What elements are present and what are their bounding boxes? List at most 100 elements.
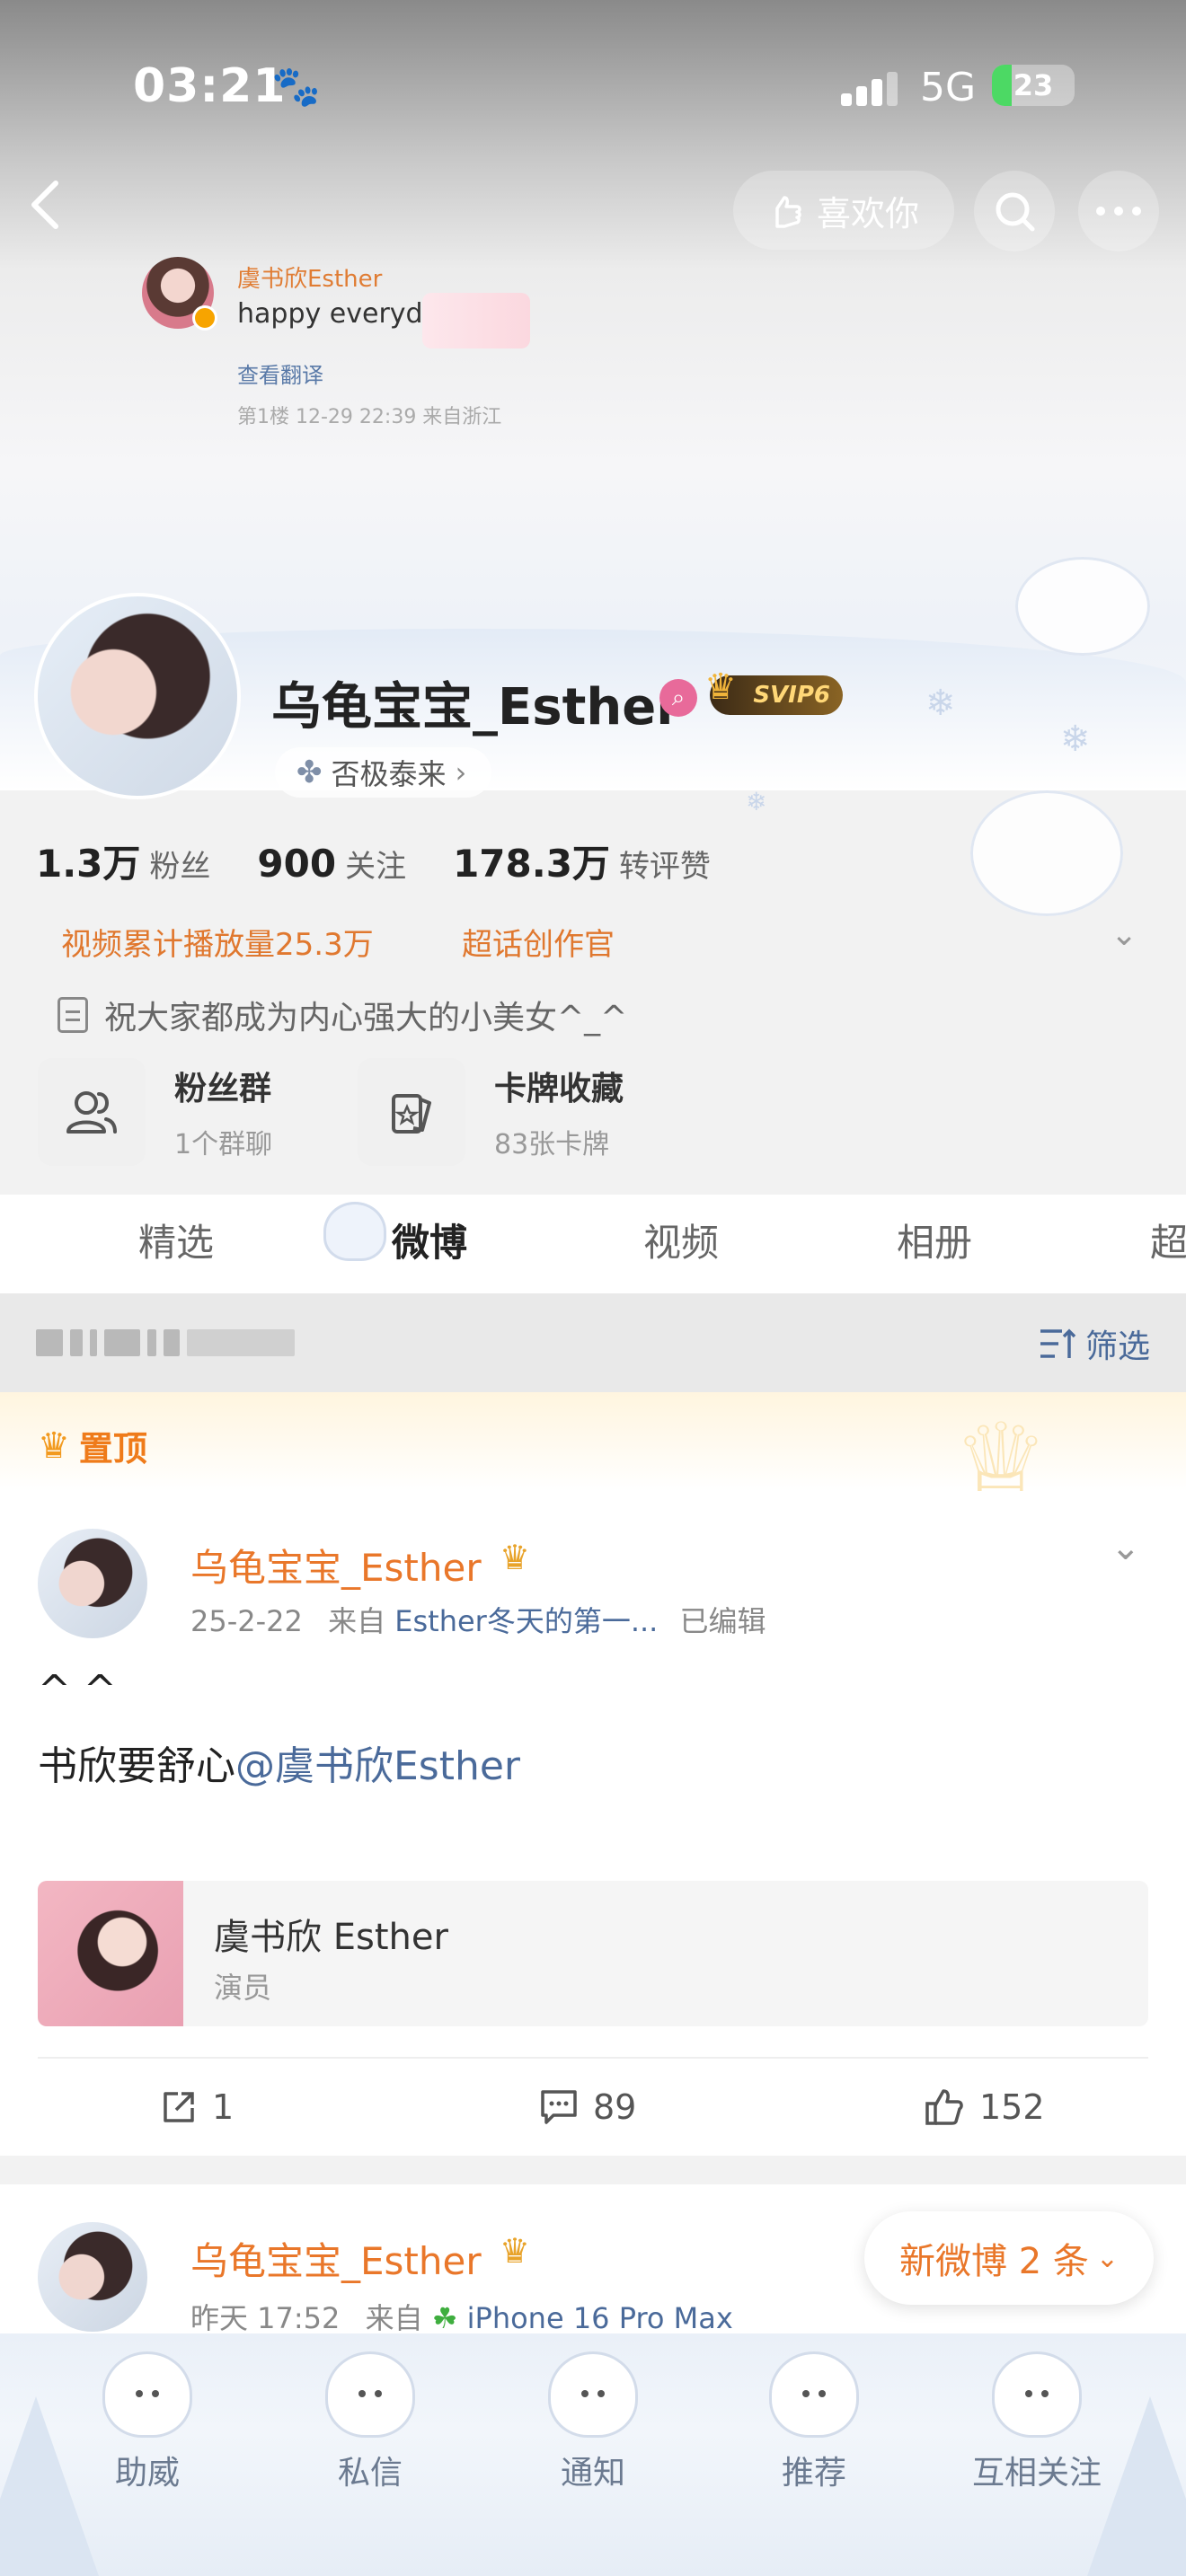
search-badge-icon[interactable]: ⌕ bbox=[659, 679, 697, 717]
expand-chevron-icon[interactable]: ⌄ bbox=[1111, 916, 1137, 953]
comment-author-avatar[interactable] bbox=[142, 257, 217, 331]
translate-link[interactable]: 查看翻译 bbox=[237, 357, 323, 389]
sticker-image bbox=[422, 293, 530, 348]
pinned-post[interactable]: 乌龟宝宝_Esther ♛ ⌄ 25-2-22 来自 Esther冬天的第一..… bbox=[0, 1491, 1186, 2156]
profile-name: 乌龟宝宝_Esther bbox=[271, 678, 681, 737]
post-source-prefix: 来自 bbox=[328, 1604, 386, 1638]
thumbs-up-icon bbox=[925, 2089, 963, 2125]
bottom-label: 推荐 bbox=[781, 2455, 846, 2492]
stat-followers[interactable]: 1.3万 粉丝 bbox=[36, 834, 210, 888]
new-posts-label: 新微博 2 条 bbox=[898, 2241, 1089, 2282]
post-text-line2: 书欣要舒心@虞书欣Esther bbox=[38, 1734, 520, 1791]
bottom-message-button[interactable]: 私信 bbox=[298, 2351, 442, 2493]
like-button[interactable]: 喜欢你 bbox=[733, 171, 954, 250]
post-mention[interactable]: @虞书欣Esther bbox=[235, 1743, 520, 1789]
svip-badge[interactable]: ♛ SVIP6 bbox=[704, 666, 843, 715]
stat-label: 转评赞 bbox=[618, 849, 711, 885]
post-author-name[interactable]: 乌龟宝宝_Esther bbox=[190, 1538, 482, 1592]
profile-tabs: 精选 微博 视频 相册 超 bbox=[0, 1195, 1186, 1293]
share-icon bbox=[164, 2092, 194, 2122]
bottom-notify-button[interactable]: 通知 bbox=[521, 2351, 665, 2493]
bottom-recommend-button[interactable]: 推荐 bbox=[742, 2351, 886, 2493]
network-type: 5G bbox=[920, 65, 977, 110]
search-icon bbox=[996, 192, 1035, 232]
post-meta: 昨天 17:52 来自 ☘ iPhone 16 Pro Max bbox=[190, 2296, 733, 2337]
tab-album[interactable]: 相册 bbox=[897, 1213, 972, 1267]
stat-label: 粉丝 bbox=[149, 849, 211, 885]
card-icon bbox=[358, 1058, 465, 1166]
post-meta: 25-2-22 来自 Esther冬天的第一... 已编辑 bbox=[190, 1599, 766, 1640]
group-icon bbox=[38, 1058, 146, 1166]
mascot-icon bbox=[769, 2351, 859, 2438]
hand-heart-icon bbox=[775, 196, 801, 228]
group-chips-placeholder[interactable] bbox=[36, 1329, 295, 1356]
clover-icon: ✤ bbox=[296, 754, 323, 790]
bottom-action-bar: 助威 私信 通知 推荐 互相关注 bbox=[0, 2333, 1186, 2576]
post-source-prefix: 来自 bbox=[365, 2301, 423, 2335]
bottom-label: 通知 bbox=[560, 2455, 625, 2492]
back-button[interactable] bbox=[23, 176, 81, 234]
tab-weibo[interactable]: 微博 bbox=[392, 1213, 467, 1267]
pinned-label: ♛ 置顶 bbox=[38, 1421, 147, 1470]
filter-button[interactable]: 筛选 bbox=[1039, 1320, 1150, 1367]
referenced-user-card[interactable]: 虞书欣 Esther 演员 bbox=[38, 1881, 1148, 2026]
profile-tag[interactable]: ✤ 否极泰来 › bbox=[275, 747, 492, 798]
battery-level: 23 bbox=[1013, 68, 1054, 102]
status-time: 03:21 bbox=[133, 59, 287, 113]
stat-number: 1.3万 bbox=[36, 842, 141, 886]
snowflake-icon: ❄ bbox=[925, 683, 956, 724]
mascot-icon bbox=[992, 2351, 1082, 2438]
comment-count: 89 bbox=[593, 2087, 637, 2127]
stat-number: 900 bbox=[257, 842, 337, 886]
more-dots-icon bbox=[1096, 207, 1141, 216]
post-source[interactable]: iPhone 16 Pro Max bbox=[467, 2301, 733, 2335]
card-title: 粉丝群 bbox=[174, 1071, 272, 1107]
more-button[interactable] bbox=[1078, 171, 1159, 251]
like-count: 152 bbox=[979, 2087, 1045, 2127]
bottom-label: 助威 bbox=[114, 2455, 180, 2492]
profile-stats: 1.3万 粉丝 900 关注 178.3万 转评赞 bbox=[36, 834, 711, 888]
signal-icon bbox=[841, 70, 900, 106]
repost-count: 1 bbox=[212, 2087, 235, 2127]
referenced-user-role: 演员 bbox=[214, 1971, 272, 2005]
post-menu-chevron-icon[interactable]: ⌄ bbox=[1111, 1527, 1141, 1568]
tab-supertopic[interactable]: 超 bbox=[1150, 1213, 1186, 1267]
post-edited: 已编辑 bbox=[679, 1604, 766, 1638]
svip-badge-label: SVIP6 bbox=[753, 682, 830, 709]
stat-following[interactable]: 900 关注 bbox=[257, 842, 406, 886]
post-author-avatar[interactable] bbox=[38, 2222, 147, 2332]
bio-text: 祝大家都成为内心强大的小美女^_^ bbox=[104, 1000, 628, 1037]
card-collection-card[interactable]: 卡牌收藏 83张卡牌 bbox=[358, 1058, 624, 1166]
comment-button[interactable]: 89 bbox=[539, 2087, 636, 2127]
fan-group-card[interactable]: 粉丝群 1个群聊 bbox=[38, 1058, 272, 1166]
vip-crown-icon: ♛ bbox=[500, 1538, 531, 1577]
pinned-header: ♛ 置顶 ♕ bbox=[0, 1392, 1186, 1526]
tab-video[interactable]: 视频 bbox=[643, 1213, 719, 1267]
like-post-button[interactable]: 152 bbox=[924, 2087, 1045, 2127]
honor-creator[interactable]: 超话创作官 bbox=[462, 920, 615, 964]
search-button[interactable] bbox=[974, 171, 1055, 251]
bottom-label: 互相关注 bbox=[971, 2455, 1102, 2492]
tab-featured[interactable]: 精选 bbox=[138, 1213, 214, 1267]
honor-video-plays[interactable]: 视频累计播放量25.3万 bbox=[61, 920, 374, 964]
mascot-icon bbox=[102, 2351, 192, 2438]
cloud-decoration-top bbox=[1015, 557, 1150, 656]
repost-button[interactable]: 1 bbox=[160, 2087, 234, 2127]
bottom-cheer-button[interactable]: 助威 bbox=[75, 2351, 219, 2493]
post-author-name[interactable]: 乌龟宝宝_Esther bbox=[190, 2231, 482, 2286]
new-posts-button[interactable]: 新微博 2 条 ⌄ bbox=[864, 2211, 1154, 2305]
mascot-icon bbox=[325, 2351, 415, 2438]
double-chevron-down-icon: ⌄ bbox=[1095, 2242, 1120, 2274]
mascot-icon bbox=[548, 2351, 638, 2438]
divider bbox=[38, 2057, 1148, 2059]
comment-author-name[interactable]: 虞书欣Esther bbox=[237, 260, 382, 294]
post-author-avatar[interactable] bbox=[38, 1529, 147, 1638]
bottom-mutual-follow-button[interactable]: 互相关注 bbox=[965, 2351, 1109, 2493]
bottom-label: 私信 bbox=[337, 2455, 403, 2492]
filter-icon bbox=[1040, 1328, 1076, 1358]
post-source[interactable]: Esther冬天的第一... bbox=[394, 1604, 658, 1638]
profile-avatar[interactable] bbox=[34, 593, 241, 799]
post-text: 书欣要舒心 bbox=[38, 1743, 235, 1789]
pinned-text: 置顶 bbox=[78, 1429, 147, 1469]
stat-interactions[interactable]: 178.3万 转评赞 bbox=[453, 834, 711, 888]
